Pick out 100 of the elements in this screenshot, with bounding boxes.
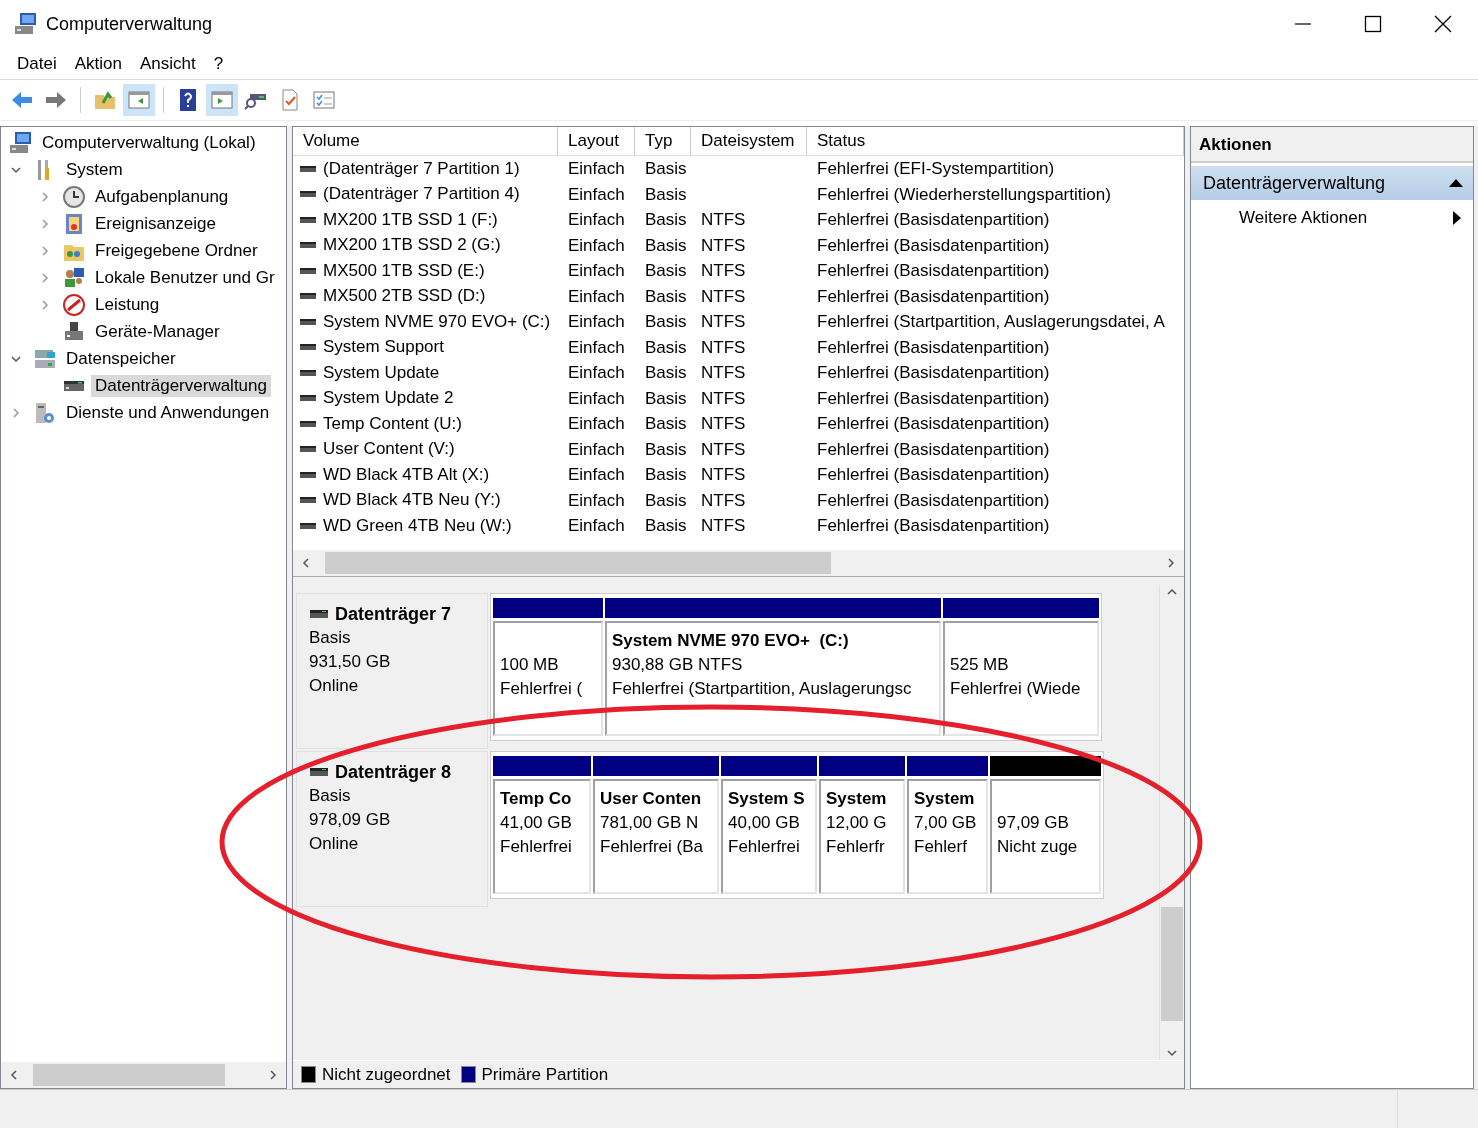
submenu-caret-icon bbox=[1453, 211, 1461, 225]
disk-status: Online bbox=[309, 675, 360, 697]
partition-block[interactable]: User Conten 781,00 GB N Fehlerfrei (Ba bbox=[593, 779, 719, 894]
partition-block[interactable]: 525 MB Fehlerfrei (Wiede bbox=[943, 621, 1099, 736]
partition-size: 40,00 GB bbox=[728, 812, 801, 834]
table-cell: Fehlerfrei (Wiederherstellungspartition) bbox=[817, 184, 1111, 204]
pane-title: Aktionen bbox=[1191, 127, 1473, 163]
partition-size: 12,00 G bbox=[826, 812, 888, 834]
table-cell: System Update 2 bbox=[323, 388, 454, 409]
column-header[interactable]: Volume bbox=[293, 127, 558, 156]
table-cell: System NVME 970 EVO+ (C:) bbox=[323, 311, 551, 332]
disk-name: Datenträger 8 bbox=[335, 761, 452, 784]
tree-item[interactable]: Computerverwaltung (Lokal) bbox=[38, 131, 260, 154]
table-cell: Einfach bbox=[568, 235, 625, 255]
table-cell: Einfach bbox=[568, 337, 625, 357]
gear-icon bbox=[33, 400, 57, 425]
table-cell: Einfach bbox=[568, 286, 625, 306]
partition-status: Fehlerfrei (Wiede bbox=[950, 678, 1082, 700]
menu-item[interactable]: ? bbox=[204, 53, 233, 74]
table-cell: Einfach bbox=[568, 184, 625, 204]
table-cell: WD Black 4TB Alt (X:) bbox=[323, 464, 490, 485]
scrollbar-thumb[interactable] bbox=[33, 1064, 225, 1086]
table-cell: MX500 1TB SSD (E:) bbox=[323, 260, 485, 281]
tree-item[interactable]: Ereignisanzeige bbox=[91, 212, 220, 235]
tree-item[interactable]: Lokale Benutzer und Gr bbox=[91, 266, 279, 289]
table-cell: NTFS bbox=[701, 516, 746, 535]
partition-block[interactable]: System 12,00 G Fehlerfr bbox=[819, 779, 905, 894]
table-cell: Basis bbox=[645, 261, 687, 280]
tree-item[interactable]: Freigegebene Ordner bbox=[91, 239, 262, 262]
partition-block[interactable]: System 7,00 GB Fehlerf bbox=[907, 779, 988, 894]
column-header[interactable]: Typ bbox=[635, 127, 691, 156]
table-cell: Basis bbox=[645, 184, 687, 204]
disk-name: Datenträger 7 bbox=[335, 603, 452, 626]
tree-item[interactable]: Datenspeicher bbox=[62, 347, 180, 370]
table-cell: (Datenträger 7 Partition 1) bbox=[323, 158, 520, 179]
table-cell: Einfach bbox=[568, 439, 625, 459]
partition-block[interactable]: System NVME 970 EVO+ (C:) 930,88 GB NTFS Fehlerfrei (Startpartition, Auslagerungsc bbox=[605, 621, 941, 736]
table-cell: Basis bbox=[645, 516, 687, 535]
table-cell: Basis bbox=[645, 363, 687, 382]
partition-size: 97,09 GB bbox=[997, 812, 1070, 834]
scrollbar-thumb[interactable] bbox=[325, 552, 831, 574]
partition-size: 930,88 GB NTFS bbox=[612, 654, 744, 676]
collapse-caret-icon[interactable] bbox=[1449, 178, 1463, 188]
close-icon[interactable] bbox=[1434, 15, 1452, 33]
table-cell: Fehlerfrei (Basisdatenpartition) bbox=[817, 286, 1050, 306]
partition-status: Fehlerf bbox=[914, 836, 968, 858]
tree-item[interactable]: Leistung bbox=[91, 293, 164, 316]
menu-item[interactable]: Datei bbox=[8, 53, 66, 74]
menu-item[interactable]: Aktion bbox=[65, 53, 131, 74]
partition-size: 781,00 GB N bbox=[600, 812, 700, 834]
legend-label: Nicht zugeordnet bbox=[322, 1064, 451, 1085]
menu-item[interactable]: Ansicht bbox=[130, 53, 205, 74]
table-cell: Fehlerfrei (Basisdatenpartition) bbox=[817, 261, 1050, 280]
tree-item[interactable]: Aufgabenplanung bbox=[91, 185, 233, 208]
table-cell: Einfach bbox=[568, 159, 625, 178]
partition-block[interactable]: 97,09 GB Nicht zuge bbox=[990, 779, 1101, 894]
action-item[interactable]: Weitere Aktionen bbox=[1191, 200, 1473, 236]
partition-size: 100 MB bbox=[500, 654, 560, 676]
table-cell: NTFS bbox=[701, 363, 746, 382]
table-cell: Fehlerfrei (Basisdatenpartition) bbox=[817, 414, 1050, 433]
maximize-icon[interactable] bbox=[1364, 15, 1382, 33]
tree-item[interactable]: Dienste und Anwendungen bbox=[62, 401, 274, 424]
partition-status: Fehlerfrei bbox=[728, 836, 801, 858]
partition-status: Fehlerfrei ( bbox=[500, 678, 584, 700]
tree-item[interactable]: System bbox=[62, 158, 127, 181]
table-cell: Fehlerfrei (Basisdatenpartition) bbox=[817, 235, 1050, 255]
disk-status: Online bbox=[309, 833, 360, 855]
column-header[interactable]: Status bbox=[807, 127, 1184, 156]
table-cell: NTFS bbox=[701, 439, 746, 459]
tree-item[interactable]: Datenträgerverwaltung bbox=[91, 374, 271, 397]
partition-block[interactable]: Temp Co 41,00 GB Fehlerfrei bbox=[493, 779, 591, 894]
partition-status: Nicht zuge bbox=[997, 836, 1079, 858]
partition-block[interactable]: 100 MB Fehlerfrei ( bbox=[493, 621, 603, 736]
table-cell: NTFS bbox=[701, 210, 746, 229]
clock-icon bbox=[62, 184, 86, 209]
legend-label: Primäre Partition bbox=[481, 1064, 609, 1085]
table-cell: Basis bbox=[645, 235, 687, 255]
table-cell: NTFS bbox=[701, 465, 746, 484]
table-cell: System Support bbox=[323, 337, 444, 358]
table-cell: Einfach bbox=[568, 414, 625, 433]
partition-size: 525 MB bbox=[950, 654, 1010, 676]
column-header[interactable]: Layout bbox=[558, 127, 635, 156]
table-cell: NTFS bbox=[701, 337, 746, 357]
disk-size: 931,50 GB bbox=[309, 651, 392, 673]
partition-status: Fehlerfr bbox=[826, 836, 886, 858]
partition-block[interactable]: System S 40,00 GB Fehlerfrei bbox=[721, 779, 817, 894]
actions-section-header[interactable]: Datenträgerverwaltung bbox=[1191, 166, 1473, 200]
table-cell: Fehlerfrei (EFI-Systempartition) bbox=[817, 159, 1055, 178]
table-cell: NTFS bbox=[701, 414, 746, 433]
table-cell: NTFS bbox=[701, 388, 746, 408]
table-cell: System Update bbox=[323, 362, 440, 383]
table-cell: User Content (V:) bbox=[323, 439, 455, 460]
table-cell: NTFS bbox=[701, 490, 746, 510]
table-cell: Fehlerfrei (Basisdatenpartition) bbox=[817, 516, 1050, 535]
column-header[interactable]: Dateisystem bbox=[691, 127, 807, 156]
table-cell: Basis bbox=[645, 490, 687, 510]
tree-item[interactable]: Geräte-Manager bbox=[91, 320, 224, 343]
scrollbar-thumb[interactable] bbox=[1161, 907, 1183, 1021]
partition-name: System S bbox=[728, 789, 805, 808]
window-title: Computerverwaltung bbox=[46, 13, 213, 35]
